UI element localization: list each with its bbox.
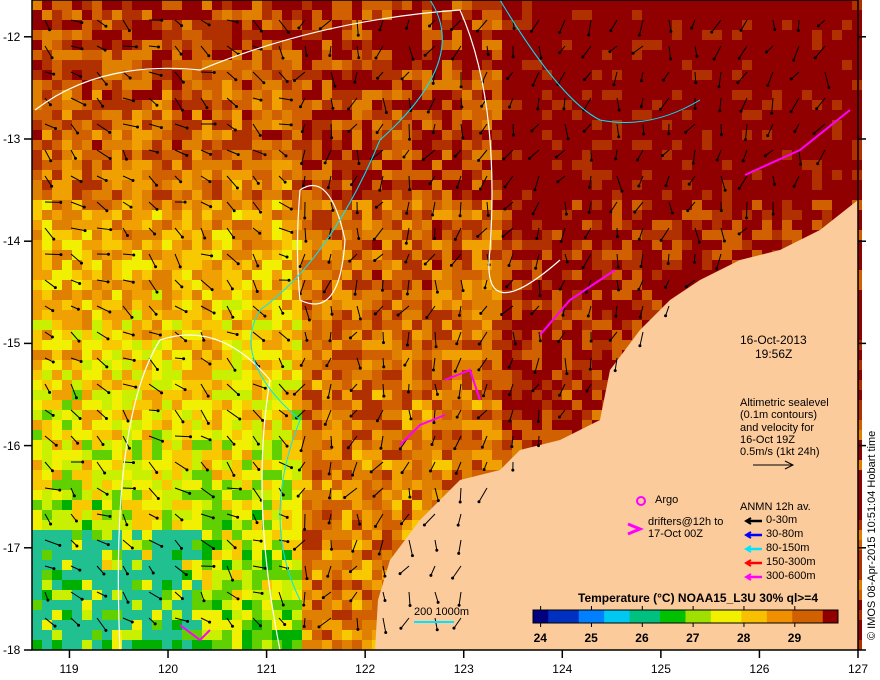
velocity-arrow [381,279,384,291]
y-tick-label: -16 [3,438,21,453]
anmn-title: ANMN 12h av. [740,501,811,513]
x-tick-label: 123 [453,662,474,676]
x-tick-label: 126 [749,662,770,676]
credit: © IMOS 08-Apr-2015 10:51:04 Hobart time [866,430,878,640]
velocity-arrow [174,435,191,438]
anmn-depth-label: 150-300m [766,556,816,568]
x-tick-label: 125 [650,662,671,676]
velocity-arrow [408,175,411,190]
anmn-depth-label: 0-30m [766,514,798,526]
y-tick-label: -12 [3,29,21,44]
drifters-label: drifters@12h to 17-Oct 00Z [648,516,724,540]
y-tick-label: -15 [3,336,21,351]
x-tick-label: 119 [59,662,79,676]
argo-label: Argo [655,494,679,506]
y-tick-label: -14 [3,234,21,249]
colorbar-title: Temperature (°C) NOAA15_L3U 30% ql>=4 [578,591,818,605]
velocity-arrow [44,253,61,256]
map-date: 16-Oct-2013 [740,333,807,347]
velocity-arrow [330,123,333,138]
colorbar-tick-label: 25 [584,631,598,645]
colorbar-tick-label: 24 [533,631,547,645]
velocity-arrow [200,71,215,74]
x-tick-label: 122 [355,662,376,676]
x-tick-label: 120 [158,662,179,676]
velocity-arrow [589,357,592,370]
velocity-arrow [537,409,540,422]
altimetry-note: Altimetric sealevel (0.1m contours) and … [740,397,829,459]
y-tick-label: -18 [3,643,21,657]
x-tick-label: 121 [256,662,277,676]
y-tick-label: -13 [3,131,21,146]
colorbar-tick-label: 28 [736,631,751,645]
colorbar-tick-label: 29 [787,631,802,645]
velocity-arrow [408,123,411,140]
colorbar-tick-label: 26 [635,631,649,645]
colorbar-tick-label: 27 [686,631,700,645]
map-time: 19:56Z [755,347,793,361]
anmn-depth-label: 300-600m [766,570,816,582]
x-tick-label: 127 [848,662,869,676]
anmn-depth-label: 30-80m [766,528,804,540]
velocity-arrow [382,331,385,343]
anmn-depth-label: 80-150m [766,542,810,554]
y-tick-label: -17 [3,540,21,555]
isobath-label: 200 1000m [414,606,470,618]
x-tick-label: 124 [552,662,573,676]
